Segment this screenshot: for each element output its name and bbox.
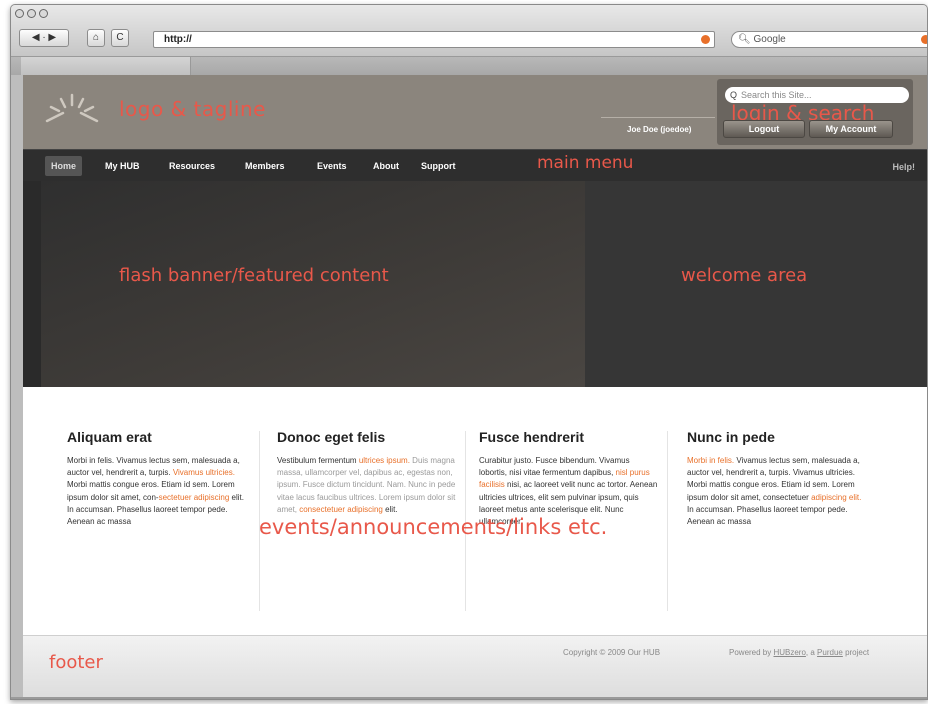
close-window-button[interactable] — [15, 9, 24, 18]
featured-content-annotation: flash banner/featured content — [119, 265, 389, 286]
welcome-area: welcome area — [585, 181, 927, 387]
inline-link[interactable]: Morbi in felis. — [687, 456, 734, 465]
menu-item-home[interactable]: Home — [45, 156, 83, 176]
browser-search-field[interactable]: 🔍︎ Google — [731, 31, 927, 48]
site: logo & tagline Joe Doe (joedoe) Q Search… — [23, 75, 927, 699]
featured-content-banner[interactable]: flash banner/featured content — [41, 181, 585, 387]
column-title: Donoc eget felis — [277, 429, 386, 445]
text-run: elit. — [382, 504, 398, 514]
url-field[interactable]: http:// — [153, 31, 715, 48]
purdue-link[interactable]: Purdue — [817, 648, 843, 657]
my-account-button[interactable]: My Account — [809, 120, 893, 138]
welcome-area-annotation: welcome area — [681, 265, 808, 286]
minimize-window-button[interactable] — [27, 9, 36, 18]
column-title: Fusce hendrerit — [479, 429, 585, 445]
logo-tagline-annotation: logo & tagline — [119, 97, 266, 121]
logout-button[interactable]: Logout — [723, 120, 805, 138]
site-footer: footer Copyright © 2009 Our HUB Powered … — [23, 635, 927, 699]
column-3: Fusce hendrerit Curabitur justo. Fusce b… — [479, 429, 659, 528]
copyright-text: Copyright © 2009 Our HUB — [563, 648, 661, 657]
menu-item-events[interactable]: Events — [311, 156, 353, 176]
inline-link[interactable]: adipiscing elit. — [811, 493, 861, 502]
menu-item-members[interactable]: Members — [239, 156, 291, 176]
url-text: http:// — [164, 34, 192, 45]
browser-window: ◀ · ▶ ⌂ C http:// 🔍︎ Google logo & tagli… — [10, 4, 928, 700]
window-bottom-bar — [11, 697, 927, 699]
browser-tab[interactable] — [21, 57, 191, 75]
text-run: , a — [805, 648, 818, 657]
site-search-placeholder: Search this Site... — [741, 90, 812, 100]
column-text: Morbi in felis. Vivamus lectus sem, male… — [687, 455, 867, 528]
home-icon[interactable]: ⌂ — [87, 29, 105, 47]
hubzero-link[interactable]: HUBzero — [773, 648, 805, 657]
search-icon: 🔍︎ — [738, 34, 751, 45]
inline-link[interactable]: sectetuer adipiscing — [159, 493, 230, 502]
window-controls — [15, 9, 48, 18]
help-link[interactable]: Help! — [893, 162, 916, 172]
text-run: Powered by — [729, 648, 774, 657]
menu-item-my-hub[interactable]: My HUB — [99, 156, 146, 176]
text-run: Curabitur justo. Fusce bibendum. Vivamus… — [479, 456, 630, 478]
search-engine-icon — [921, 35, 927, 44]
rss-icon — [701, 35, 710, 44]
logo-icon[interactable] — [43, 89, 101, 129]
browser-search-placeholder: Google — [753, 34, 786, 45]
main-menu-annotation: main menu — [537, 153, 634, 173]
inline-link[interactable]: ultrices ipsum. — [359, 456, 410, 465]
column-divider — [667, 431, 668, 611]
browser-titlebar: ◀ · ▶ ⌂ C http:// 🔍︎ Google — [11, 5, 927, 57]
column-1: Aliquam erat Morbi in felis. Vivamus lec… — [67, 429, 247, 528]
column-2: Donoc eget felis Vestibulum fermentum ul… — [277, 429, 457, 516]
column-text: Morbi in felis. Vivamus lectus sem, male… — [67, 455, 247, 528]
column-title: Aliquam erat — [67, 429, 152, 445]
text-run: In accumsan. Phasellus laoreet tempor pe… — [687, 504, 848, 527]
main-menu: Home My HUB Resources Members Events Abo… — [23, 149, 927, 181]
banner-area: flash banner/featured content welcome ar… — [23, 181, 927, 387]
text-run: Vestibulum fermentum — [277, 456, 359, 465]
inline-link[interactable]: Vivamus ultricies. — [173, 468, 235, 477]
zoom-window-button[interactable] — [39, 9, 48, 18]
header-divider — [601, 117, 715, 118]
user-name[interactable]: Joe Doe (joedoe) — [627, 125, 691, 134]
tab-strip — [11, 57, 927, 75]
column-title: Nunc in pede — [687, 429, 775, 445]
column-text: Vestibulum fermentum ultrices ipsum. Dui… — [277, 455, 457, 516]
text-run: project — [842, 648, 870, 657]
inline-link[interactable]: consectetuer adipiscing — [299, 505, 383, 514]
menu-item-resources[interactable]: Resources — [163, 156, 221, 176]
menu-item-support[interactable]: Support — [415, 156, 462, 176]
powered-by-text: Powered by HUBzero, a Purdue project — [729, 648, 869, 657]
footer-annotation: footer — [49, 652, 103, 673]
reload-icon[interactable]: C — [111, 29, 129, 47]
menu-item-about[interactable]: About — [367, 156, 405, 176]
site-header: logo & tagline Joe Doe (joedoe) Q Search… — [23, 75, 927, 149]
events-annotation: events/announcements/links etc. — [259, 515, 608, 539]
content-columns: Aliquam erat Morbi in felis. Vivamus lec… — [23, 387, 927, 635]
column-4: Nunc in pede Morbi in felis. Vivamus lec… — [687, 429, 867, 528]
back-forward-button[interactable]: ◀ · ▶ — [19, 29, 69, 47]
